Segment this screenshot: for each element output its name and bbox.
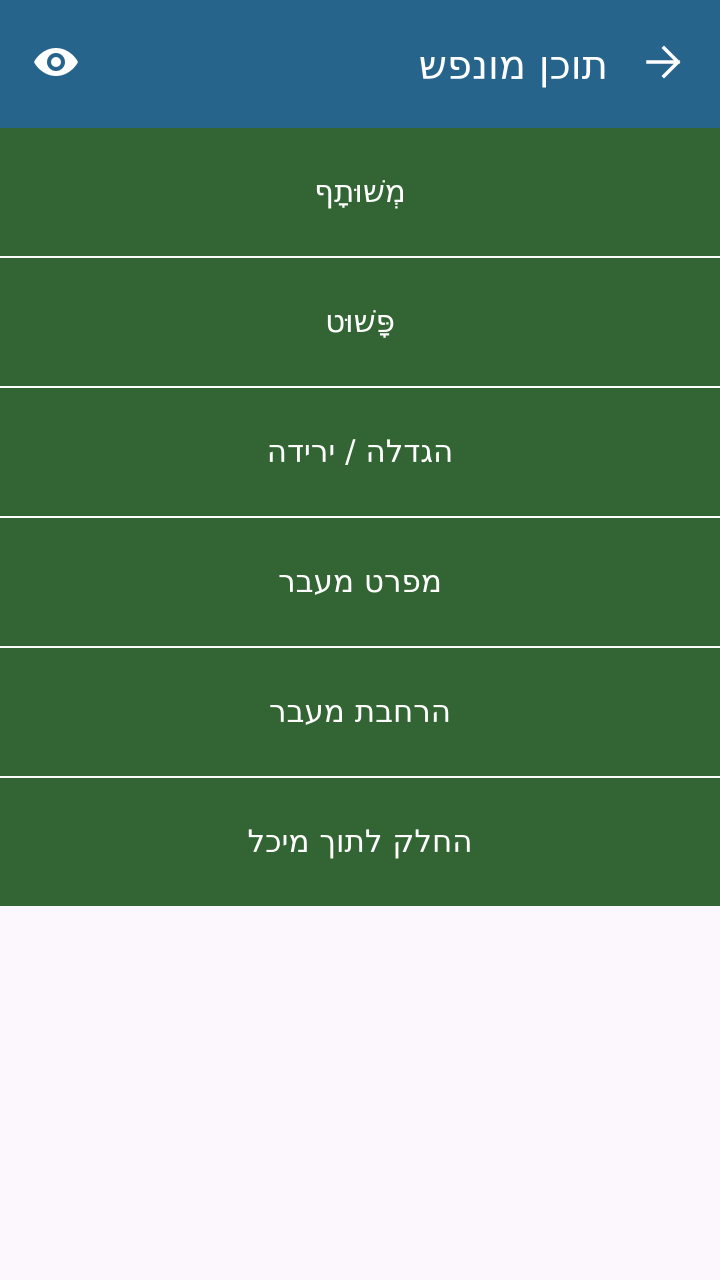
menu-item-transition-expand[interactable]: הרחבת מעבר: [0, 648, 720, 778]
menu-item-label: החלק לתוך מיכל: [247, 824, 473, 860]
menu-item-simple[interactable]: פָּשׁוּט: [0, 258, 720, 388]
visibility-toggle-button[interactable]: [24, 36, 88, 92]
menu-item-shared[interactable]: מְשׁוּתָף: [0, 128, 720, 258]
arrow-right-icon: [646, 45, 682, 83]
menu-item-label: מפרט מעבר: [278, 564, 442, 600]
page-title: תוכן מונפש: [418, 43, 608, 89]
app-bar: תוכן מונפש: [0, 0, 720, 128]
menu-item-label: מְשׁוּתָף: [314, 174, 406, 210]
back-button[interactable]: [636, 36, 692, 92]
menu-item-label: הגדלה / ירידה: [266, 434, 454, 470]
menu-item-scale[interactable]: הגדלה / ירידה: [0, 388, 720, 518]
menu-item-slide-into-container[interactable]: החלק לתוך מיכל: [0, 778, 720, 906]
menu-item-transition-spec[interactable]: מפרט מעבר: [0, 518, 720, 648]
menu-item-label: פָּשׁוּט: [325, 304, 395, 340]
eye-icon: [33, 46, 79, 82]
animation-menu-list: מְשׁוּתָף פָּשׁוּט הגדלה / ירידה מפרט מע…: [0, 128, 720, 906]
menu-item-label: הרחבת מעבר: [268, 694, 452, 730]
